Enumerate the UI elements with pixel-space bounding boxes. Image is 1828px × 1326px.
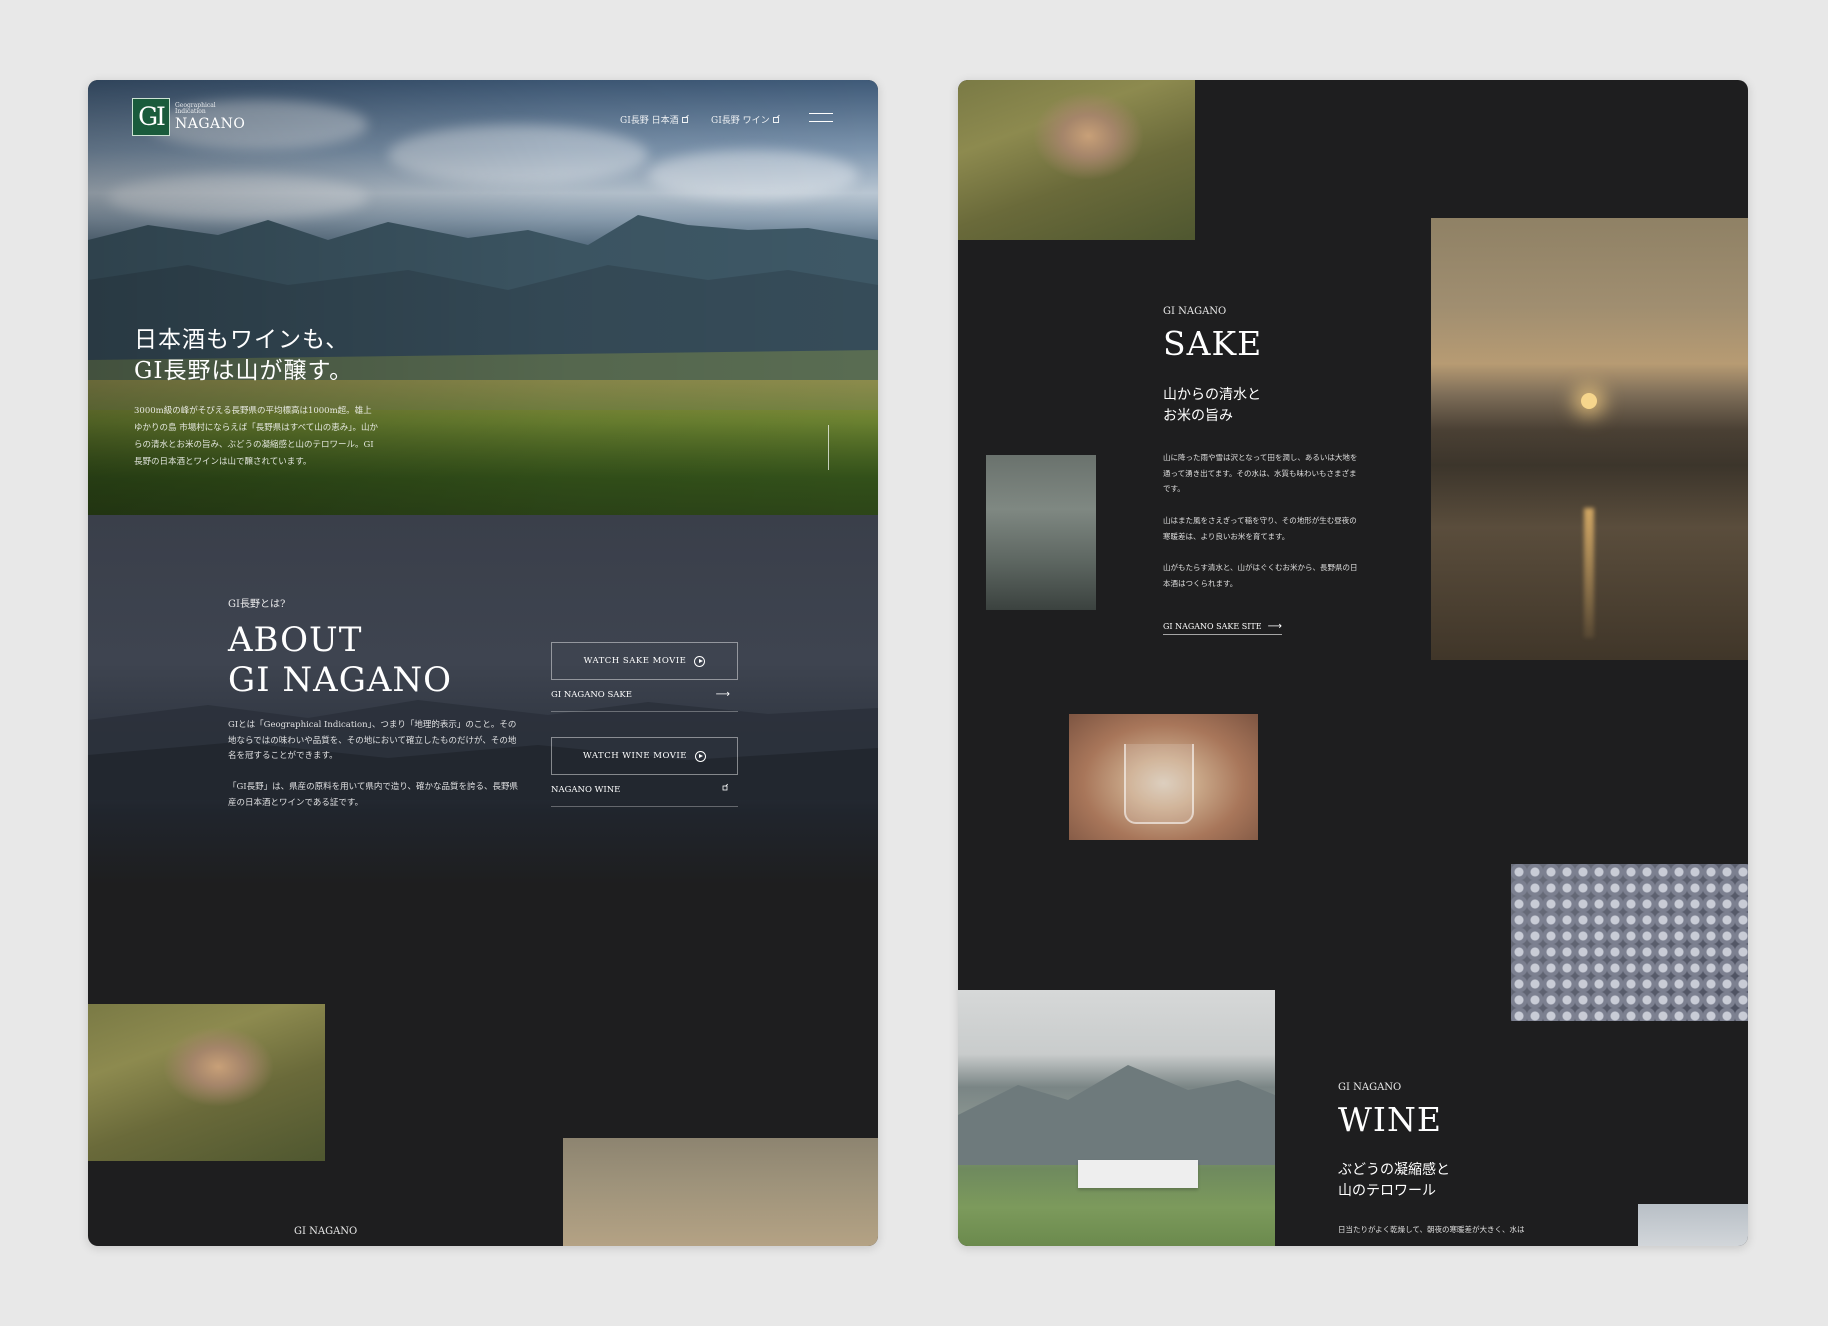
watch-sake-movie-label: WATCH SAKE MOVIE <box>583 656 687 666</box>
hamburger-icon[interactable] <box>809 113 833 123</box>
hero-description: 3000m級の峰がそびえる長野県の平均標高は1000m超。雄上ゆかりの島 市場村… <box>134 406 379 467</box>
sake-glass-photo <box>1069 714 1258 840</box>
hero-title-line: GI長野は山が醸す。 <box>134 358 354 384</box>
wine-title: WINE <box>1338 1100 1442 1139</box>
sake-paragraph: 山に降った雨や雪は沢となって田を潤し、あるいは大地を通って湧き出てます。その水は… <box>1163 453 1358 493</box>
rice-harvest-photo <box>958 80 1195 240</box>
sake-subtitle-line: お米の旨み <box>1163 408 1233 424</box>
hero-title: 日本酒もワインも、 GI長野は山が醸す。 <box>134 325 353 387</box>
sake-subtitle-line: 山からの清水と <box>1163 387 1261 403</box>
logo-text: Geographical Indication NAGANO <box>175 103 246 132</box>
sake-paragraph: 山がもたらす清水と、山がはぐくむお米から、長野県の日本酒はつくられます。 <box>1163 563 1358 588</box>
about-title-line: ABOUT <box>228 620 363 660</box>
sake-title: SAKE <box>1163 324 1263 363</box>
homepage-top-preview: GI Geographical Indication NAGANO GI長野 日… <box>88 80 878 1246</box>
wine-eyebrow: GI NAGANO <box>1338 1082 1402 1093</box>
brewery-interior-photo <box>986 455 1096 610</box>
rice-harvest-photo <box>88 1004 325 1161</box>
gi-nagano-sake-link-label: GI NAGANO SAKE <box>551 690 632 700</box>
logo-small-line: Indication <box>175 108 206 115</box>
sake-eyebrow: GI NAGANO <box>1163 306 1227 317</box>
nagano-wine-link[interactable]: NAGANO WINE <box>551 785 738 807</box>
external-link-icon <box>681 116 688 123</box>
mountain-silhouette <box>958 1065 1275 1165</box>
about-title: ABOUT GI NAGANO <box>228 620 452 700</box>
play-icon <box>694 655 706 667</box>
sake-paragraph: 山はまた風をさえぎって稲を守り、その地形が生む昼夜の寒暖差は、より良いお米を育て… <box>1163 516 1357 541</box>
arrow-right-icon: ⟶ <box>1267 621 1282 632</box>
about-paragraph: 「GI長野」は、県産の原料を用いて県内で造り、確かな品質を誇る、長野県産の日本酒… <box>228 782 519 808</box>
about-eyebrow: GI長野とは? <box>228 599 286 610</box>
nav-link-sake-label: GI長野 日本酒 <box>620 116 679 126</box>
paddy-sunset-photo <box>1431 218 1748 660</box>
play-icon <box>694 750 706 762</box>
winery-building <box>1078 1160 1198 1188</box>
watch-wine-movie-button[interactable]: WATCH WINE MOVIE <box>551 737 738 775</box>
about-title-line: GI NAGANO <box>228 660 453 700</box>
section-label: GI NAGANO <box>294 1226 358 1237</box>
nav-link-wine[interactable]: GI長野 ワイン <box>711 113 779 126</box>
arrow-right-icon: ⟶ <box>715 689 730 700</box>
about-paragraph: GIとは「Geographical Indication」、つまり「地理的表示」… <box>228 720 517 761</box>
gi-nagano-sake-site-link[interactable]: GI NAGANO SAKE SITE ⟶ <box>1163 622 1282 635</box>
hero-title-line: 日本酒もワインも、 <box>134 327 350 353</box>
wine-subtitle: ぶどうの凝縮感と 山のテロワール <box>1338 1160 1450 1202</box>
external-link-icon <box>772 116 779 123</box>
wine-paragraph: 日当たりがよく乾燥して、朝夜の寒暖差が大きく、水は <box>1338 1225 1525 1234</box>
nav-link-wine-label: GI長野 ワイン <box>711 116 770 126</box>
wine-glass-photo <box>1638 1204 1748 1246</box>
external-link-icon <box>722 785 728 791</box>
winery-landscape-photo <box>958 990 1275 1246</box>
logo-mark: GI <box>132 98 170 136</box>
grapes-photo <box>1511 864 1748 1021</box>
watch-wine-movie-label: WATCH WINE MOVIE <box>583 751 687 761</box>
homepage-sake-wine-preview: GI NAGANO SAKE 山からの清水と お米の旨み 山に降った雨や雪は沢と… <box>958 80 1748 1246</box>
nagano-wine-link-label: NAGANO WINE <box>551 785 621 795</box>
wine-subtitle-line: 山のテロワール <box>1338 1183 1436 1199</box>
glass <box>1124 744 1194 824</box>
about-section: GI長野とは? ABOUT GI NAGANO GIとは「Geographica… <box>88 515 878 885</box>
gi-nagano-sake-site-label: GI NAGANO SAKE SITE <box>1163 622 1262 631</box>
logo-name: NAGANO <box>175 116 246 132</box>
nav-link-sake[interactable]: GI長野 日本酒 <box>620 113 688 126</box>
wine-subtitle-line: ぶどうの凝縮感と <box>1338 1162 1450 1178</box>
watch-sake-movie-button[interactable]: WATCH SAKE MOVIE <box>551 642 738 680</box>
sunset-photo <box>563 1138 878 1246</box>
sun <box>1581 393 1597 409</box>
sun-reflection <box>1584 508 1594 638</box>
gi-nagano-logo[interactable]: GI Geographical Indication NAGANO <box>132 98 245 136</box>
scroll-indicator <box>828 425 829 470</box>
hero-section: GI Geographical Indication NAGANO GI長野 日… <box>88 80 878 515</box>
sake-subtitle: 山からの清水と お米の旨み <box>1163 385 1261 427</box>
gi-nagano-sake-link[interactable]: GI NAGANO SAKE ⟶ <box>551 690 738 712</box>
